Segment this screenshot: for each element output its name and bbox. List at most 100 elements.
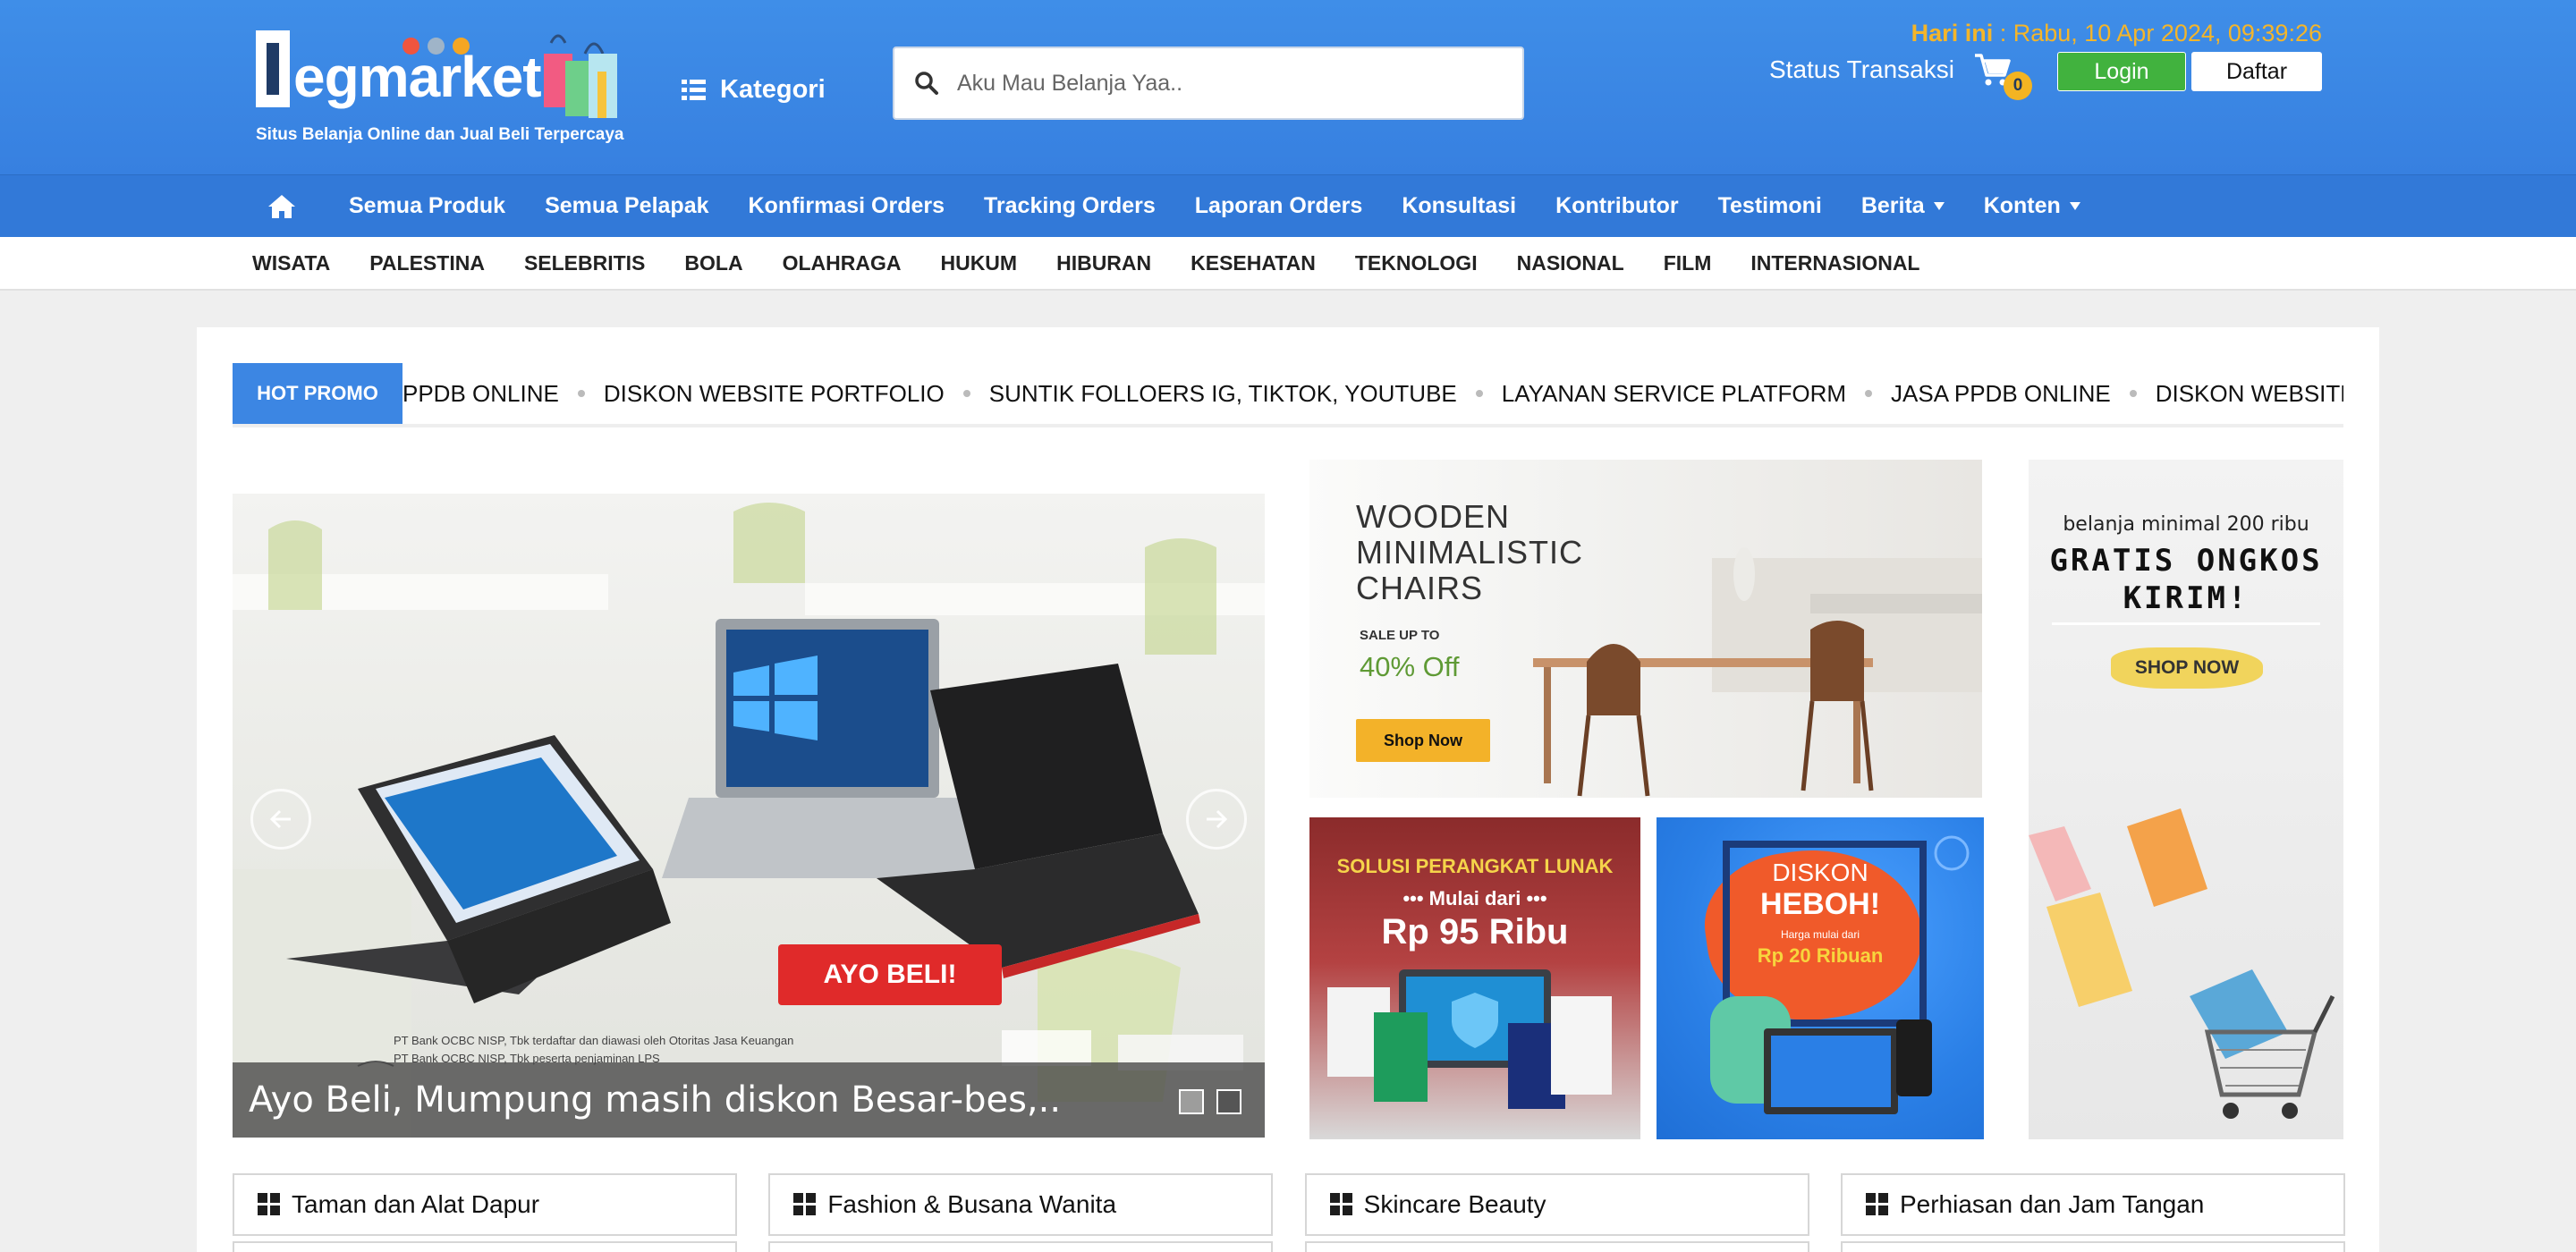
banner-software[interactable]: SOLUSI PERANGKAT LUNAK ••• Mulai dari ••… [1309,817,1640,1139]
shopping-bags-icon [544,34,617,118]
home-icon[interactable] [267,193,297,220]
nav-berita-dropdown[interactable]: Berita [1861,193,1945,219]
cart-button[interactable]: 0 [1973,50,2032,100]
slider-dot[interactable] [1179,1089,1204,1114]
hero-slider[interactable]: AYO BELI! PT Bank OCBC NISP, Tbk terdaft… [233,494,1265,1138]
banner-gratis-ongkir[interactable]: belanja minimal 200 ribu GRATIS ONGKOS K… [2029,460,2343,1139]
category-button-partial[interactable] [1304,1241,1809,1252]
grid-icon [1865,1193,1889,1216]
category-button[interactable]: Perhiasan dan Jam Tangan [1840,1173,2345,1236]
category-link[interactable]: HUKUM [940,251,1017,275]
nav-konfirmasi-orders[interactable]: Konfirmasi Orders [749,193,945,219]
slider-pager [1166,1089,1241,1114]
category-label: Fashion & Busana Wanita [827,1190,1117,1218]
grid-icon [1329,1193,1353,1216]
category-button[interactable]: Skincare Beauty [1304,1173,1809,1236]
category-label: Taman dan Alat Dapur [292,1190,540,1218]
nav-konsultasi[interactable]: Konsultasi [1402,193,1516,219]
login-button[interactable]: Login [2057,52,2186,91]
nav-konten-dropdown[interactable]: Konten [1984,193,2080,219]
ticker-track: PPDB ONLINE DISKON WEBSITE PORTFOLIO SUN… [402,363,2343,424]
nav-semua-produk[interactable]: Semua Produk [349,193,505,219]
category-link[interactable]: WISATA [252,251,330,275]
ticker-separator [577,390,585,397]
ticker-item[interactable]: DISKON WEBSITE PORTFOLIO [604,380,945,408]
search-icon[interactable] [914,71,939,96]
chairs-discount: 40% Off [1360,651,1460,682]
diskon-subtitle: Harga mulai dari [1780,928,1860,941]
hot-promo-ticker: HOT PROMO PPDB ONLINE DISKON WEBSITE POR… [233,363,2343,427]
slider-dot-active[interactable] [1216,1089,1241,1114]
category-link[interactable]: TEKNOLOGI [1355,251,1478,275]
category-link[interactable]: OLAHRAGA [783,251,902,275]
ticker-item[interactable]: JASA PPDB ONLINE [1891,380,2111,408]
nav-testimoni[interactable]: Testimoni [1718,193,1822,219]
chairs-sale-label: SALE UP TO [1360,628,1440,643]
nav-kontributor[interactable]: Kontributor [1555,193,1678,219]
caret-down-icon [2069,202,2080,210]
status-transaksi-link[interactable]: Status Transaksi [1769,55,1954,84]
diskon-title: DISKON [1772,859,1868,886]
nav-laporan-orders[interactable]: Laporan Orders [1195,193,1363,219]
software-subtitle: ••• Mulai dari ••• [1402,887,1547,909]
ayo-beli-button[interactable]: AYO BELI! [778,944,1002,1005]
list-icon [682,79,706,101]
category-buttons: Taman dan Alat Dapur Fashion & Busana Wa… [233,1173,2345,1236]
daftar-button[interactable]: Daftar [2191,52,2322,91]
ticker-item[interactable]: LAYANAN SERVICE PLATFORM [1502,380,1846,408]
logo-tagline: Situs Belanja Online dan Jual Beli Terpe… [256,125,624,144]
kategori-menu-button[interactable]: Kategori [682,75,826,105]
nav-semua-pelapak[interactable]: Semua Pelapak [545,193,708,219]
category-link[interactable]: BOLA [684,251,742,275]
slider-prev-button[interactable] [250,789,311,850]
site-header: egmarket Situs Belanja Online dan Jual B… [0,0,2576,174]
caret-down-icon [1933,202,1945,210]
category-label: Skincare Beauty [1363,1190,1546,1218]
software-title: SOLUSI PERANGKAT LUNAK [1336,855,1614,877]
current-date: Hari ini : Rabu, 10 Apr 2024, 09:39:26 [1911,20,2322,47]
chairs-title: WOODEN MINIMALISTIC CHAIRS [1356,498,1584,606]
category-button-partial[interactable] [768,1241,1274,1252]
ticker-item[interactable]: SUNTIK FOLLOERS IG, TIKTOK, YOUTUBE [989,380,1457,408]
slider-caption: Ayo Beli, Mumpung masih diskon Besar-bes… [233,1062,1265,1138]
category-link[interactable]: NASIONAL [1517,251,1624,275]
main-nav: Semua Produk Semua Pelapak Konfirmasi Or… [0,174,2576,237]
category-link[interactable]: PALESTINA [369,251,485,275]
shopping-cart-image [2029,808,2335,1119]
ticker-item[interactable]: PPDB ONLINE [402,380,559,408]
diskon-price: Rp 20 Ribuan [1757,944,1884,967]
category-link[interactable]: FILM [1664,251,1712,275]
ticker-item[interactable]: DISKON WEBSITE PORTFOLIO [2156,380,2343,408]
category-link[interactable]: SELEBRITIS [524,251,645,275]
banner-wooden-chairs[interactable]: WOODEN MINIMALISTIC CHAIRS SALE UP TO 40… [1309,460,1982,798]
hot-promo-label: HOT PROMO [233,363,402,424]
diskon-headline: HEBOH! [1759,887,1881,921]
slider-next-button[interactable] [1186,789,1247,850]
category-button[interactable]: Taman dan Alat Dapur [233,1173,737,1236]
category-label: Perhiasan dan Jam Tangan [1899,1190,2205,1218]
category-link[interactable]: KESEHATAN [1191,251,1316,275]
category-button[interactable]: Fashion & Busana Wanita [768,1173,1274,1236]
kategori-label: Kategori [720,75,826,104]
date-value: : Rabu, 10 Apr 2024, 09:39:26 [1993,20,2322,47]
ticker-separator [1475,390,1483,397]
site-logo[interactable]: egmarket Situs Belanja Online dan Jual B… [254,25,648,150]
ticker-separator [2129,390,2137,397]
category-button-partial[interactable] [1840,1241,2345,1252]
shop-now-button[interactable]: Shop Now [1356,719,1490,762]
category-link[interactable]: INTERNASIONAL [1750,251,1919,275]
banner-diskon-heboh[interactable]: DISKON HEBOH! Harga mulai dari Rp 20 Rib… [1657,817,1984,1139]
arrow-right-icon [1207,809,1228,829]
arrow-left-icon [269,809,291,829]
search-input[interactable] [957,70,1494,97]
category-link[interactable]: HIBURAN [1056,251,1151,275]
cart-count-badge: 0 [2004,72,2032,100]
search-box [893,47,1524,120]
ticker-separator [962,390,970,397]
nav-tracking-orders[interactable]: Tracking Orders [984,193,1156,219]
software-price: Rp 95 Ribu [1381,912,1569,952]
grid-icon [258,1193,281,1216]
category-button-partial[interactable] [233,1241,737,1252]
ticker-separator [1865,390,1873,397]
category-buttons-next-row [233,1241,2345,1252]
